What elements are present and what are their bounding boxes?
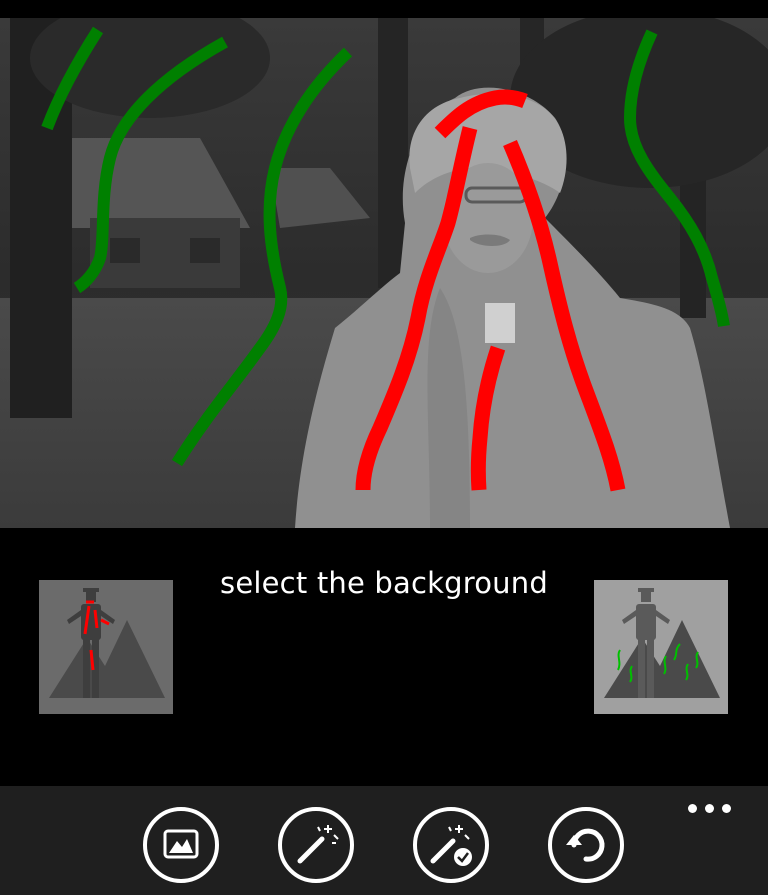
choose-picture-button[interactable] [143,807,219,883]
photo-canvas[interactable] [0,18,768,528]
photo-image [0,18,768,528]
mark-foreground-button[interactable] [39,580,173,714]
magic-wand-icon [297,825,339,864]
magic-wand-apply-icon [430,825,472,866]
app-bar [0,786,768,895]
undo-button[interactable] [548,807,624,883]
picture-icon [163,829,199,859]
mark-background-icon [604,588,720,698]
apply-selection-button[interactable] [413,807,489,883]
more-dots-icon[interactable] [684,800,734,816]
mark-background-button[interactable] [594,580,728,714]
mark-foreground-icon [49,588,165,698]
auto-select-button[interactable] [278,807,354,883]
undo-icon [566,828,605,862]
